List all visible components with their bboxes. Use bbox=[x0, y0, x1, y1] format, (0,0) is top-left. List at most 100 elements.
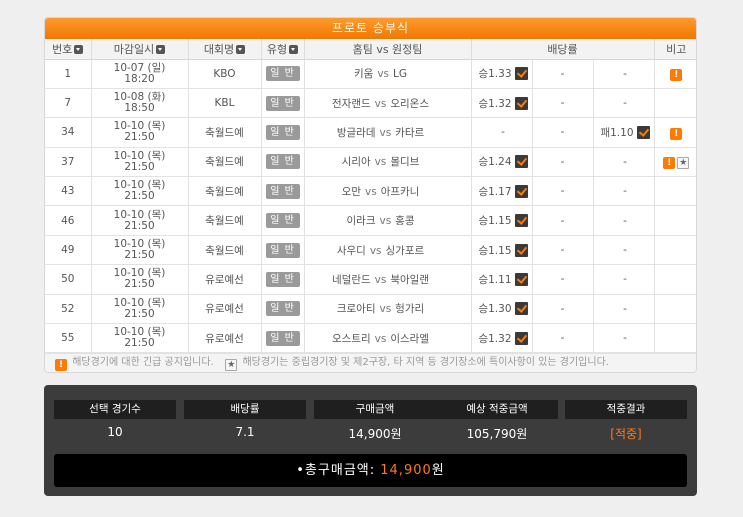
odds-draw-cell[interactable]: - bbox=[532, 264, 594, 295]
game-time: 21:50 bbox=[124, 307, 155, 320]
odds-win-cell[interactable]: 승1.15 bbox=[471, 205, 533, 236]
game-time: 21:50 bbox=[124, 249, 155, 262]
checked-box-icon[interactable] bbox=[514, 272, 528, 286]
odds-lose: - bbox=[623, 302, 627, 315]
game-type-badge: 일 반 bbox=[265, 154, 300, 170]
odds-lose: - bbox=[623, 155, 627, 168]
col-header-no[interactable]: 번호 bbox=[45, 39, 92, 60]
summary-header-odds: 배당률 bbox=[184, 400, 306, 419]
col-header-deadline[interactable]: 마감일시 bbox=[91, 39, 189, 60]
checked-box-icon[interactable] bbox=[514, 243, 528, 257]
game-teams: 전자랜드 vs 오리온스 bbox=[304, 88, 472, 119]
game-teams: 크로아티 vs 헝가리 bbox=[304, 294, 472, 325]
summary-value-amount: 14,900원 bbox=[348, 427, 402, 441]
odds-draw-cell[interactable]: - bbox=[532, 205, 594, 236]
odds-lose: - bbox=[623, 214, 627, 227]
odds-lose-cell[interactable]: - bbox=[593, 147, 655, 178]
odds-draw-cell[interactable]: - bbox=[532, 59, 594, 89]
sort-arrow-icon[interactable] bbox=[236, 44, 246, 54]
col-header-type[interactable]: 유형 bbox=[261, 39, 305, 60]
summary-header-expected: 예상 적중금액 bbox=[436, 400, 558, 419]
odds-draw-cell[interactable]: - bbox=[532, 117, 594, 148]
game-note: ! ★ bbox=[654, 147, 696, 178]
odds-draw-cell[interactable]: - bbox=[532, 147, 594, 178]
odds-draw: - bbox=[560, 332, 565, 345]
checked-box-icon[interactable] bbox=[636, 125, 650, 139]
game-type-cell: 일 반 bbox=[261, 323, 305, 354]
checked-box-icon[interactable] bbox=[514, 214, 528, 228]
game-league: 축월드예 bbox=[188, 205, 262, 236]
game-deadline: 10-10 (목) 21:50 bbox=[91, 205, 189, 236]
away-team: LG bbox=[393, 68, 407, 81]
game-deadline: 10-08 (화) 18:50 bbox=[91, 88, 189, 119]
odds-win-cell[interactable]: 승1.17 bbox=[471, 176, 533, 207]
odds-lose-cell[interactable]: - bbox=[593, 235, 655, 266]
table-row: 37 10-10 (목) 21:50 축월드예 일 반 시리아 vs 몰디브 승1.24- -! ★ bbox=[45, 147, 696, 178]
odds-draw-cell[interactable]: - bbox=[532, 294, 594, 325]
game-number: 43 bbox=[45, 176, 92, 207]
game-league: KBL bbox=[188, 88, 262, 119]
checked-box-icon[interactable] bbox=[514, 67, 528, 81]
odds-draw-cell[interactable]: - bbox=[532, 235, 594, 266]
game-number: 1 bbox=[45, 59, 92, 89]
checked-box-icon[interactable] bbox=[514, 302, 528, 316]
summary-value-odds: 7.1 bbox=[235, 425, 255, 439]
home-team: 방글라데 bbox=[336, 126, 376, 139]
game-time: 21:50 bbox=[124, 278, 155, 291]
odds-lose-cell[interactable]: - bbox=[593, 294, 655, 325]
odds-lose: - bbox=[623, 185, 627, 198]
odds-win-cell[interactable]: 승1.32 bbox=[471, 323, 533, 354]
odds-win-cell[interactable]: 승1.32 bbox=[471, 88, 533, 119]
odds-win-cell[interactable]: 승1.11 bbox=[471, 264, 533, 295]
odds-win: 승1.33 bbox=[478, 68, 512, 81]
warning-icon[interactable]: ! bbox=[670, 69, 683, 82]
warning-icon[interactable]: ! bbox=[670, 127, 683, 140]
checked-box-icon[interactable] bbox=[514, 155, 528, 169]
odds-lose-cell[interactable]: - bbox=[593, 205, 655, 236]
odds-win-cell[interactable]: 승1.30 bbox=[471, 294, 533, 325]
game-teams: 오스트리 vs 이스라엘 bbox=[304, 323, 472, 354]
odds-draw: - bbox=[560, 97, 565, 110]
odds-draw: - bbox=[560, 67, 565, 80]
away-team: 카타르 bbox=[395, 126, 425, 139]
checked-box-icon[interactable] bbox=[514, 331, 528, 345]
odds-win: 승1.17 bbox=[478, 185, 512, 198]
away-team: 홍콩 bbox=[395, 215, 415, 228]
game-teams: 방글라데 vs 카타르 bbox=[304, 117, 472, 148]
sort-arrow-icon[interactable] bbox=[156, 44, 166, 54]
odds-draw: - bbox=[560, 185, 565, 198]
checked-box-icon[interactable] bbox=[514, 184, 528, 198]
odds-lose-cell[interactable]: - bbox=[593, 88, 655, 119]
odds-lose-cell[interactable]: - bbox=[593, 176, 655, 207]
sort-arrow-icon[interactable] bbox=[74, 44, 84, 54]
game-type-cell: 일 반 bbox=[261, 176, 305, 207]
away-team: 헝가리 bbox=[395, 303, 425, 316]
game-type-cell: 일 반 bbox=[261, 294, 305, 325]
odds-win-cell[interactable]: 승1.33 bbox=[471, 59, 533, 89]
total-label: •총구매금액: bbox=[296, 463, 376, 478]
game-number: 7 bbox=[45, 88, 92, 119]
odds-draw-cell[interactable]: - bbox=[532, 88, 594, 119]
odds-lose-cell[interactable]: - bbox=[593, 264, 655, 295]
sort-arrow-icon[interactable] bbox=[289, 44, 299, 54]
summary-header-result: 적중결과 bbox=[565, 400, 687, 419]
star-icon[interactable]: ★ bbox=[677, 157, 690, 170]
odds-win-cell[interactable]: - bbox=[471, 117, 533, 148]
game-teams: 네덜란드 vs 북아일랜 bbox=[304, 264, 472, 295]
odds-lose-cell[interactable]: - bbox=[593, 323, 655, 354]
col-header-league[interactable]: 대회명 bbox=[188, 39, 262, 60]
col-header-teams: 홈팀 vs 원정팀 bbox=[304, 39, 472, 60]
odds-draw-cell[interactable]: - bbox=[532, 323, 594, 354]
odds-win-cell[interactable]: 승1.15 bbox=[471, 235, 533, 266]
game-type-cell: 일 반 bbox=[261, 147, 305, 178]
game-league: 유로예선 bbox=[188, 264, 262, 295]
home-team: 키움 bbox=[353, 68, 374, 81]
table-row: 7 10-08 (화) 18:50 KBL 일 반 전자랜드 vs 오리온스 승1.32- - bbox=[45, 88, 696, 119]
odds-draw-cell[interactable]: - bbox=[532, 176, 594, 207]
odds-win-cell[interactable]: 승1.24 bbox=[471, 147, 533, 178]
odds-lose-cell[interactable]: - bbox=[593, 59, 655, 89]
odds-lose-cell[interactable]: 패1.10 bbox=[593, 117, 655, 148]
warning-icon[interactable]: ! bbox=[663, 157, 676, 170]
checked-box-icon[interactable] bbox=[514, 96, 528, 110]
game-teams: 이라크 vs 홍콩 bbox=[304, 205, 472, 236]
